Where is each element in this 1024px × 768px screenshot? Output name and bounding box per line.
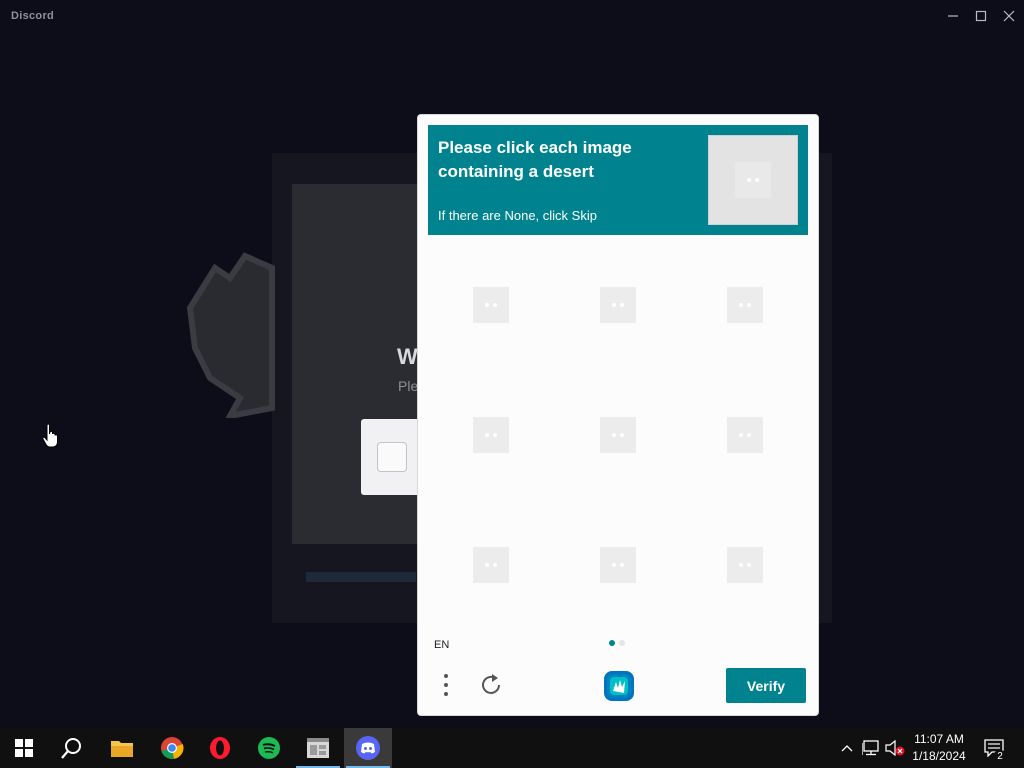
example-image xyxy=(708,135,798,225)
image-placeholder-icon xyxy=(600,417,636,453)
grid-cell-1[interactable] xyxy=(428,240,554,370)
background-artwork xyxy=(186,252,275,418)
clock-date: 1/18/2024 xyxy=(912,749,966,763)
app-window-icon[interactable] xyxy=(294,728,342,768)
grid-cell-4[interactable] xyxy=(428,370,554,500)
hcaptcha-logo-icon[interactable] xyxy=(601,668,637,704)
verify-button[interactable]: Verify xyxy=(726,668,806,703)
dialog-subtext: Ple xyxy=(398,378,419,394)
start-icon[interactable] xyxy=(0,728,48,768)
page-dot xyxy=(619,640,625,646)
clock-time: 11:07 AM xyxy=(914,732,964,746)
captcha-checkbox[interactable] xyxy=(377,442,407,472)
image-placeholder-icon xyxy=(473,417,509,453)
menu-dots-icon[interactable] xyxy=(438,670,454,700)
grid-cell-5[interactable] xyxy=(555,370,681,500)
title-bar: Discord xyxy=(0,0,1024,32)
notification-count-badge: 2 xyxy=(993,750,1007,764)
image-placeholder-icon xyxy=(727,547,763,583)
image-placeholder-icon xyxy=(727,417,763,453)
minimize-icon[interactable] xyxy=(940,4,966,28)
system-clock[interactable]: 11:07 AM 1/18/2024 xyxy=(906,731,972,765)
image-placeholder-icon xyxy=(473,287,509,323)
chevron-up-icon[interactable] xyxy=(838,728,856,768)
hcaptcha-challenge: Please click each image containing a des… xyxy=(417,114,819,716)
challenge-prompt: Please click each image containing a des… xyxy=(428,125,808,235)
windows-taskbar: 11:07 AM 1/18/2024 xyxy=(0,728,1024,768)
image-grid xyxy=(428,240,808,630)
image-placeholder-icon xyxy=(735,162,771,198)
grid-cell-7[interactable] xyxy=(428,500,554,630)
image-placeholder-icon xyxy=(473,547,509,583)
image-placeholder-icon xyxy=(600,547,636,583)
spotify-icon[interactable] xyxy=(245,728,293,768)
page-dot-active xyxy=(609,640,615,646)
grid-cell-8[interactable] xyxy=(555,500,681,630)
search-icon[interactable] xyxy=(48,728,96,768)
maximize-icon[interactable] xyxy=(968,4,994,28)
prompt-text: Please click each image containing a des… xyxy=(438,138,632,181)
background-link xyxy=(306,572,416,582)
page-indicator xyxy=(609,640,625,646)
prompt-hint: If there are None, click Skip xyxy=(438,208,597,223)
language-selector[interactable]: EN xyxy=(434,639,449,651)
grid-cell-9[interactable] xyxy=(682,500,808,630)
network-icon[interactable] xyxy=(860,728,882,768)
app-title: Discord xyxy=(11,10,55,22)
chrome-icon[interactable] xyxy=(148,728,196,768)
file-explorer-icon[interactable] xyxy=(98,728,146,768)
volume-muted-icon[interactable] xyxy=(884,728,906,768)
grid-cell-2[interactable] xyxy=(555,240,681,370)
close-icon[interactable] xyxy=(996,4,1022,28)
hand-cursor-icon xyxy=(42,423,58,448)
discord-icon[interactable] xyxy=(344,728,392,768)
refresh-icon[interactable] xyxy=(476,670,506,700)
image-placeholder-icon xyxy=(727,287,763,323)
grid-cell-6[interactable] xyxy=(682,370,808,500)
opera-icon[interactable] xyxy=(196,728,244,768)
grid-cell-3[interactable] xyxy=(682,240,808,370)
dialog-heading: W xyxy=(397,344,418,369)
image-placeholder-icon xyxy=(600,287,636,323)
